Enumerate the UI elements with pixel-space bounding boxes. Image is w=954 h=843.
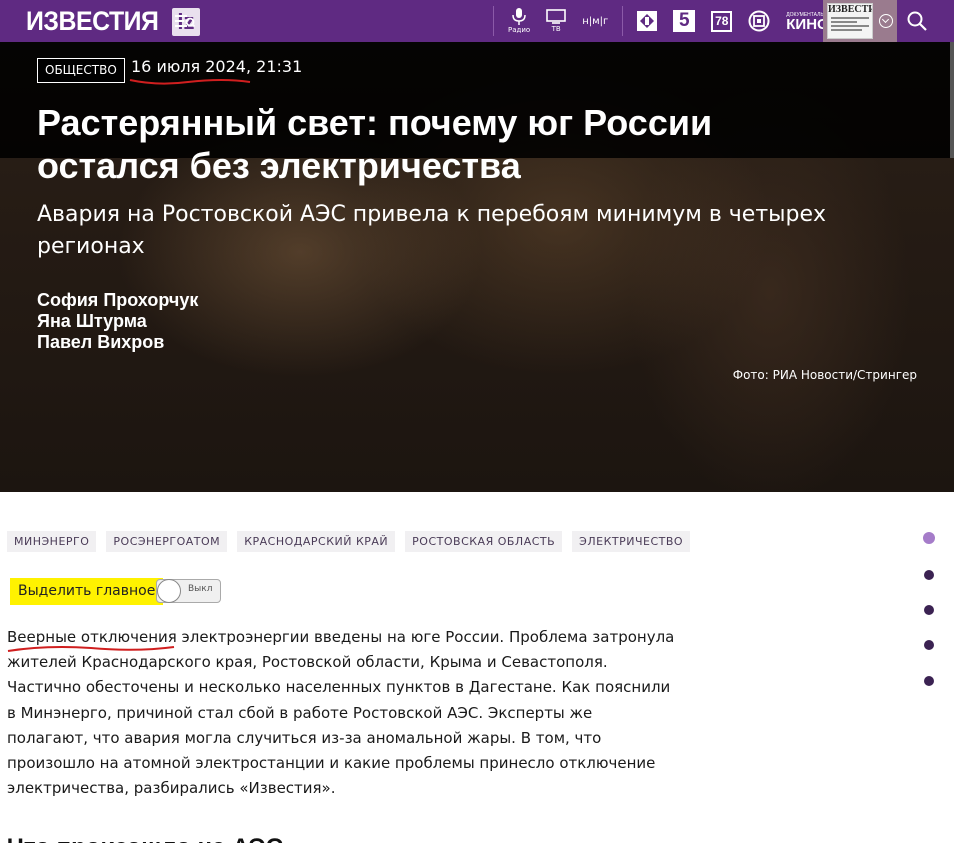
channel-5-icon: 5	[673, 10, 696, 32]
tag[interactable]: Ростовская область	[405, 531, 563, 552]
newspaper-thumbnail: ИЗВЕСТИЯ	[827, 3, 873, 39]
top-header: ИЗВЕСТИЯ iz Радио ТВ н|м|г 5 78 ДОКУМЕНТ…	[0, 0, 954, 42]
author-link[interactable]: Яна Штурма	[37, 311, 198, 332]
section-dot[interactable]	[924, 605, 934, 615]
section-dot[interactable]	[924, 676, 934, 686]
divider	[622, 6, 624, 36]
date-annotation	[129, 79, 251, 85]
tv-caption: ТВ	[551, 25, 561, 33]
microphone-icon	[512, 8, 526, 25]
channel-78-icon: 78	[711, 10, 733, 32]
tv-link[interactable]: ТВ	[546, 0, 566, 42]
section-dot[interactable]	[924, 640, 934, 650]
channel-5-link[interactable]: 5	[673, 0, 696, 42]
newspaper-masthead: ИЗВЕСТИЯ	[828, 4, 872, 15]
section-dot[interactable]	[924, 570, 934, 580]
hero-banner: Общество 16 июля 2024, 21:31 Растерянный…	[0, 42, 954, 492]
photo-credit: Фото: РИА Новости/Стрингер	[732, 368, 917, 382]
scrollbar[interactable]	[950, 42, 954, 158]
nmg-label: н|м|г	[582, 15, 609, 27]
channel-sport-icon	[748, 10, 770, 32]
publish-date: 16 июля 2024, 21:31	[131, 57, 303, 76]
authors: София Прохорчук Яна Штурма Павел Вихров	[37, 290, 198, 353]
section-heading: Что произошло на АЭС	[7, 833, 283, 843]
newspaper-issue[interactable]: ИЗВЕСТИЯ	[823, 0, 897, 42]
tag[interactable]: Электричество	[572, 531, 691, 552]
divider	[493, 6, 494, 36]
section-dot[interactable]	[923, 532, 935, 544]
lead-annotation	[7, 646, 175, 652]
logo-text: ИЗВЕСТИЯ	[26, 6, 159, 36]
radio-caption: Радио	[508, 26, 531, 34]
rubric-badge[interactable]: Общество	[37, 58, 125, 83]
tag[interactable]: Краснодарский край	[237, 531, 396, 552]
tag[interactable]: Минэнерго	[7, 531, 97, 552]
logo[interactable]: ИЗВЕСТИЯ iz	[26, 6, 200, 37]
nmg-link[interactable]: н|м|г	[582, 0, 608, 42]
tv-icon	[546, 9, 566, 24]
article-headline: Растерянный свет: почему юг России остал…	[37, 102, 713, 186]
tag-list: Минэнерго Росэнергоатом Краснодарский кр…	[7, 531, 691, 552]
article-subheadline: Авария на Ростовской АЭС привела к переб…	[37, 202, 827, 259]
chevron-down-icon[interactable]	[879, 14, 893, 28]
radio-link[interactable]: Радио	[508, 0, 530, 42]
menu-icon[interactable]	[175, 12, 195, 30]
highlight-main-label: Выделить главное	[10, 578, 164, 605]
author-link[interactable]: София Прохорчук	[37, 290, 198, 311]
toggle-state: Выкл	[188, 584, 213, 594]
tag[interactable]: Росэнергоатом	[106, 531, 228, 552]
media-nav: Радио ТВ н|м|г 5 78 ДОКУМЕНТАЛЬНОЕ КИНО	[487, 0, 843, 42]
toggle-knob	[157, 579, 181, 603]
author-link[interactable]: Павел Вихров	[37, 332, 198, 353]
channel-sport-link[interactable]	[748, 0, 770, 42]
channel-ren-link[interactable]	[637, 0, 658, 42]
search-icon[interactable]	[906, 10, 928, 32]
channel-78-link[interactable]: 78	[711, 0, 733, 42]
ren-tv-icon	[637, 11, 658, 31]
highlight-toggle[interactable]: Выкл	[156, 579, 221, 603]
